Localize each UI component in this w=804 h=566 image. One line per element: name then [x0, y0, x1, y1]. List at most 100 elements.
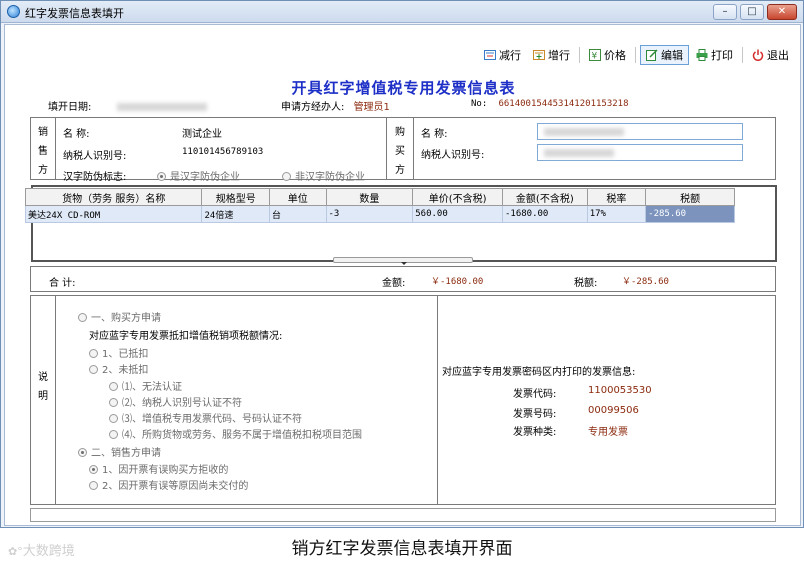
- title-bar[interactable]: 红字发票信息表填开 – □ ✕: [1, 1, 803, 23]
- total-amount-value: ￥-1680.00: [431, 277, 484, 287]
- sub-option-3[interactable]: ⑶、增值税专用发票代码、号码认证不符: [109, 410, 302, 425]
- item-spec-cell[interactable]: 24倍速: [201, 205, 271, 223]
- print-button[interactable]: 打印: [691, 45, 738, 65]
- applicant-value: 管理员1: [353, 102, 390, 113]
- col-header-unit[interactable]: 单位: [269, 188, 327, 206]
- table-row[interactable]: 美达24X CD-ROM 24倍速 台 -3 560.00 -1680.00 1…: [24, 205, 735, 223]
- form-number-label: No:: [471, 99, 488, 109]
- add-row-button[interactable]: 增行: [528, 45, 575, 65]
- radio-unselected-icon[interactable]: [89, 365, 98, 374]
- item-amount-cell[interactable]: -1680.00: [501, 205, 588, 223]
- radio-unselected-icon[interactable]: [78, 313, 87, 322]
- col-header-price[interactable]: 单价(不含税): [412, 188, 503, 206]
- invoice-code-label: 发票代码:: [513, 389, 557, 400]
- radio-unselected-icon[interactable]: [89, 481, 98, 490]
- form-title: 开具红字增值税专用发票信息表: [291, 79, 516, 97]
- seller-tax-id-value: 110101456789103: [182, 147, 264, 157]
- invoice-number-value: 00099506: [588, 405, 639, 416]
- explanation-column-divider: [437, 295, 438, 505]
- svg-text:¥: ¥: [592, 52, 598, 62]
- radio-unselected-icon[interactable]: [89, 349, 98, 358]
- items-header-row: 货物（劳务 服务）名称 规格型号 单位 数量 单价(不含税) 金额(不含税) 税…: [24, 188, 735, 206]
- radio-unselected-icon[interactable]: [282, 172, 291, 181]
- price-icon: ¥: [589, 49, 601, 62]
- radio-unselected-icon[interactable]: [109, 430, 118, 439]
- price-label: 价格: [604, 49, 626, 62]
- radio-selected-icon[interactable]: [157, 172, 166, 181]
- item-rate-cell[interactable]: 17%: [586, 205, 647, 223]
- maximize-button[interactable]: □: [740, 4, 764, 20]
- anti-fake-no-option[interactable]: 非汉字防伪企业: [282, 168, 365, 183]
- figure-caption: 销方红字发票信息表填开界面: [291, 539, 513, 559]
- print-label: 打印: [711, 49, 733, 62]
- deducted-option[interactable]: 1、已抵扣: [89, 345, 148, 360]
- radio-unselected-icon[interactable]: [109, 398, 118, 407]
- buyer-tax-id-label: 纳税人识别号:: [421, 150, 485, 161]
- price-button[interactable]: ¥ 价格: [584, 45, 631, 65]
- seller-side-label: 销售方: [38, 127, 48, 176]
- item-qty-cell[interactable]: -3: [325, 205, 414, 223]
- col-header-rate[interactable]: 税率: [586, 188, 647, 206]
- applicant-label: 申请方经办人:: [281, 102, 345, 113]
- col-header-name[interactable]: 货物（劳务 服务）名称: [24, 188, 203, 206]
- item-price-cell[interactable]: 560.00: [412, 205, 503, 223]
- edit-label: 编辑: [661, 49, 683, 62]
- blue-invoice-title: 对应蓝字专用发票密码区内打印的发票信息:: [442, 367, 636, 378]
- sub-option-1[interactable]: ⑴、无法认证: [109, 378, 182, 393]
- item-tax-cell[interactable]: -285.60: [645, 205, 735, 223]
- edit-button[interactable]: 编辑: [640, 45, 689, 65]
- col-header-qty[interactable]: 数量: [325, 188, 414, 206]
- buyer-apply-option[interactable]: 一、购买方申请: [78, 309, 161, 324]
- app-icon: [7, 5, 20, 18]
- window-title: 红字发票信息表填开: [25, 7, 124, 20]
- col-header-amount[interactable]: 金额(不含税): [501, 188, 588, 206]
- minimize-button[interactable]: –: [713, 4, 737, 20]
- radio-selected-icon[interactable]: [78, 448, 87, 457]
- power-icon: [752, 49, 764, 61]
- form-number: No: 661400154453141201153218: [471, 98, 629, 109]
- form-client-area: 减行 增行 ¥ 价格 编辑 打印 退出 开具红字增值税专用发票信息表 填开日期:…: [4, 24, 801, 526]
- anti-fake-yes-option[interactable]: 是汉字防伪企业: [157, 168, 240, 183]
- items-table: 货物（劳务 服务）名称 规格型号 单位 数量 单价(不含税) 金额(不含税) 税…: [24, 188, 735, 223]
- total-tax-label: 税额:: [574, 278, 598, 289]
- radio-selected-icon[interactable]: [89, 465, 98, 474]
- explanation-side-label: 说明: [38, 372, 48, 402]
- form-number-value: 661400154453141201153218: [498, 99, 629, 109]
- seller-option-2[interactable]: 2、因开票有误等原因尚未交付的: [89, 477, 248, 492]
- buyer-tax-id-input[interactable]: [537, 144, 743, 161]
- invoice-type-label: 发票种类:: [513, 427, 557, 438]
- toolbar: 减行 增行 ¥ 价格 编辑 打印 退出: [479, 45, 794, 65]
- buyer-name-input[interactable]: [537, 123, 743, 140]
- total-tax-value: ￥-285.60: [622, 277, 669, 287]
- item-unit-cell[interactable]: 台: [269, 205, 327, 223]
- invoice-type-value: 专用发票: [588, 427, 628, 438]
- exit-label: 退出: [767, 49, 789, 62]
- toolbar-separator: [635, 47, 636, 63]
- seller-option-1[interactable]: 1、因开票有误购买方拒收的: [89, 461, 228, 476]
- plus-row-icon: [533, 49, 545, 61]
- edit-icon: [646, 49, 658, 61]
- reduce-row-button[interactable]: 减行: [479, 45, 526, 65]
- radio-unselected-icon[interactable]: [109, 382, 118, 391]
- exit-button[interactable]: 退出: [747, 45, 794, 65]
- not-deducted-option[interactable]: 2、未抵扣: [89, 361, 148, 376]
- col-header-spec[interactable]: 规格型号: [201, 188, 271, 206]
- total-amount-label: 金额:: [382, 278, 406, 289]
- invoice-number-label: 发票号码:: [513, 409, 557, 420]
- fill-date-redacted: [116, 103, 207, 111]
- reduce-row-label: 减行: [499, 49, 521, 62]
- printer-icon: [696, 49, 708, 61]
- sub-option-4[interactable]: ⑷、所购货物或劳务、服务不属于增值税扣税项目范围: [109, 426, 362, 441]
- item-name-cell[interactable]: 美达24X CD-ROM: [24, 205, 203, 223]
- seller-apply-option[interactable]: 二、销售方申请: [78, 444, 161, 459]
- deduct-question: 对应蓝字专用发票抵扣增值税销项税额情况:: [89, 331, 283, 342]
- col-header-tax[interactable]: 税额: [645, 188, 735, 206]
- buyer-side-label: 购买方: [395, 127, 405, 176]
- grid-splitter-handle[interactable]: [333, 257, 473, 265]
- applicant: 申请方经办人: 管理员1: [281, 98, 390, 113]
- radio-unselected-icon[interactable]: [109, 414, 118, 423]
- app-window: 红字发票信息表填开 – □ ✕ 减行 增行 ¥ 价格 编辑 打印 退出 开具红字…: [0, 0, 804, 528]
- invoice-code-value: 1100053530: [588, 385, 652, 396]
- close-button[interactable]: ✕: [767, 4, 797, 20]
- sub-option-2[interactable]: ⑵、纳税人识别号认证不符: [109, 394, 242, 409]
